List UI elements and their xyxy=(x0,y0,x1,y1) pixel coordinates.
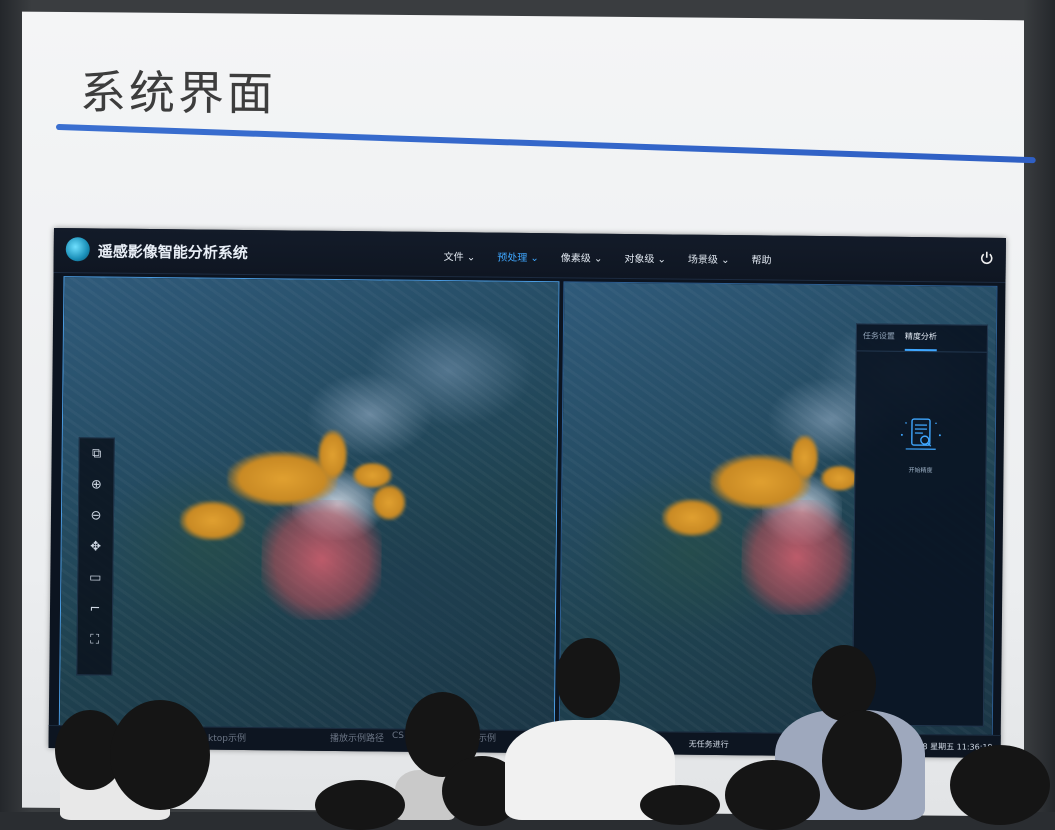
audience-head xyxy=(725,760,820,830)
audience-foreground xyxy=(0,0,1055,812)
audience-head xyxy=(315,780,405,830)
audience-head xyxy=(110,700,210,810)
audience-head xyxy=(950,745,1050,825)
audience-head xyxy=(556,638,620,718)
audience-head xyxy=(822,710,902,810)
audience-head xyxy=(640,785,720,825)
